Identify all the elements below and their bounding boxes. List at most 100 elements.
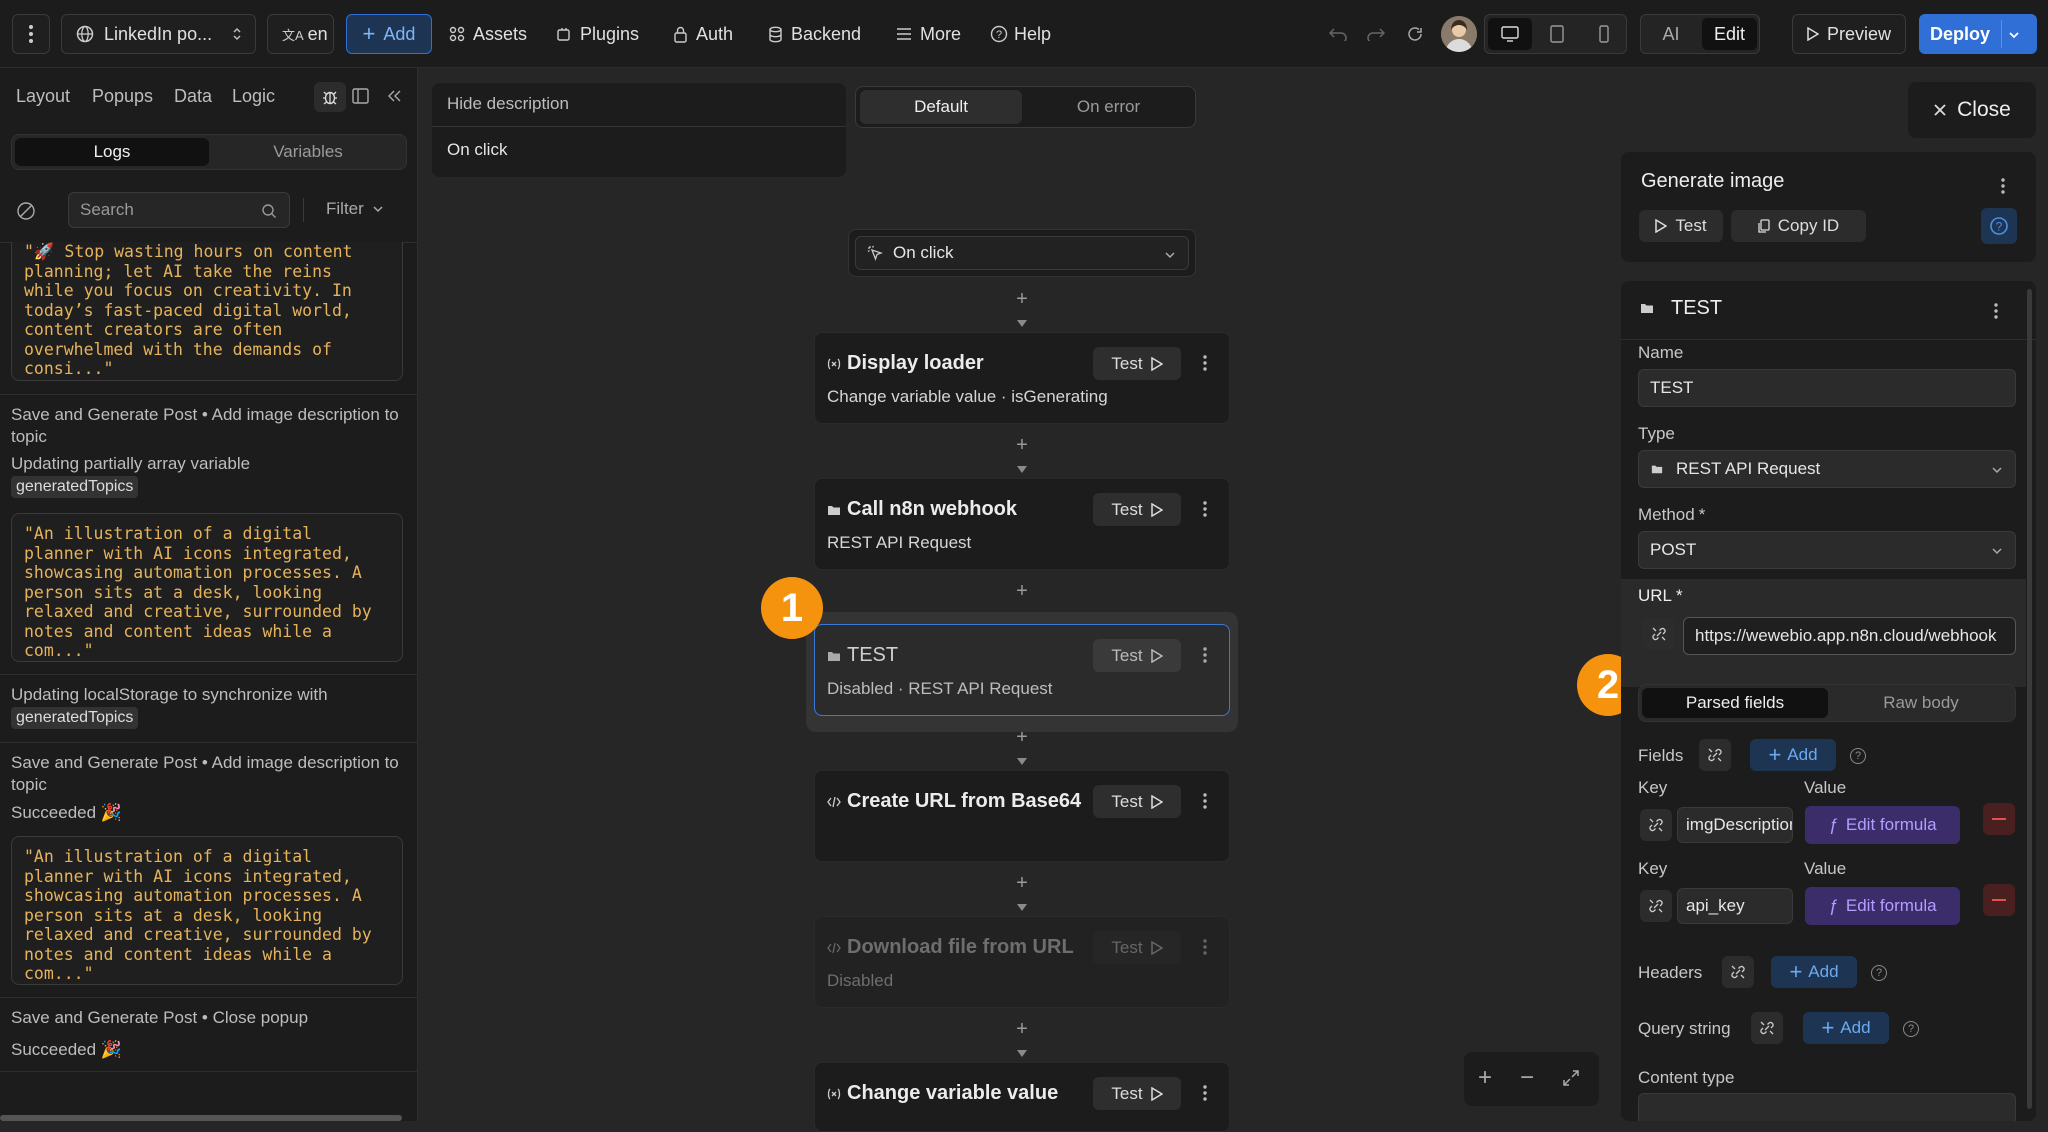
edit-formula-button[interactable]: ƒ Edit formula <box>1805 887 1960 925</box>
add-header-button[interactable]: + Add <box>1771 956 1857 988</box>
panel-scrollbar[interactable] <box>2027 289 2032 1109</box>
edit-formula-button[interactable]: ƒ Edit formula <box>1805 806 1960 844</box>
test-step-button[interactable]: Test <box>1093 347 1181 380</box>
field-key-input[interactable]: api_key <box>1677 888 1793 924</box>
tablet-view-button[interactable] <box>1535 18 1579 50</box>
kebab-vertical-icon[interactable] <box>1195 353 1215 373</box>
tab-data[interactable]: Data <box>174 86 212 107</box>
deploy-dropdown-button[interactable] <box>2007 26 2021 47</box>
add-button[interactable]: + Add <box>346 14 432 54</box>
desktop-view-button[interactable] <box>1488 18 1532 50</box>
backend-button[interactable]: Backend <box>768 14 861 54</box>
deploy-button[interactable]: Deploy <box>1919 24 2001 45</box>
fields-bind-button[interactable] <box>1699 739 1731 771</box>
kebab-vertical-icon[interactable] <box>1195 937 1215 957</box>
workflow-step-test[interactable]: TEST Disabled · REST API Request Test <box>814 624 1230 716</box>
add-step-button[interactable]: + <box>1015 1019 1029 1039</box>
add-step-button[interactable]: + <box>1015 581 1029 601</box>
content-type-select[interactable] <box>1638 1093 2016 1121</box>
redo-button[interactable] <box>1364 14 1388 54</box>
test-step-button[interactable]: Test <box>1093 931 1181 964</box>
trigger-select[interactable]: On click <box>855 236 1189 270</box>
workflow-step-change-variable[interactable]: Change variable value Test <box>814 1062 1230 1132</box>
query-bind-button[interactable] <box>1751 1012 1783 1044</box>
help-icon[interactable]: ? <box>1903 1021 1919 1037</box>
debug-button[interactable] <box>314 82 346 112</box>
workflow-step-display-loader[interactable]: Display loader Change variable value · i… <box>814 332 1230 424</box>
test-step-button[interactable]: Test <box>1093 639 1181 672</box>
headers-bind-button[interactable] <box>1722 956 1754 988</box>
kebab-vertical-icon[interactable] <box>1195 499 1215 519</box>
tab-on-error[interactable]: On error <box>1026 90 1191 124</box>
zoom-out-button[interactable]: − <box>1520 1066 1534 1090</box>
key-bind-button[interactable] <box>1640 890 1672 922</box>
documentation-button[interactable]: ? <box>1981 208 2017 244</box>
tab-layout[interactable]: Layout <box>16 86 70 107</box>
project-selector[interactable]: LinkedIn po... <box>61 14 256 54</box>
test-step-button[interactable]: Test <box>1093 493 1181 526</box>
remove-field-button[interactable] <box>1983 884 2015 916</box>
more-button[interactable]: More <box>896 14 961 54</box>
kebab-vertical-icon[interactable] <box>1993 176 2013 196</box>
plugins-button[interactable]: Plugins <box>556 14 639 54</box>
kebab-vertical-icon[interactable] <box>1195 1083 1215 1103</box>
assets-button[interactable]: Assets <box>449 14 527 54</box>
preview-button[interactable]: Preview <box>1792 14 1906 54</box>
language-button[interactable]: 文A en <box>267 14 334 54</box>
remove-field-button[interactable] <box>1983 803 2015 835</box>
refresh-button[interactable] <box>1403 14 1427 54</box>
tab-logs[interactable]: Logs <box>15 138 209 166</box>
field-key-input[interactable]: imgDescription <box>1677 807 1793 843</box>
undo-button[interactable] <box>1326 14 1350 54</box>
kebab-vertical-icon[interactable] <box>1986 301 2006 321</box>
kebab-vertical-icon[interactable] <box>1195 791 1215 811</box>
add-step-button[interactable]: + <box>1015 435 1029 455</box>
help-button[interactable]: ? Help <box>990 14 1051 54</box>
tab-variables[interactable]: Variables <box>212 138 404 166</box>
test-step-button[interactable]: Test <box>1093 1077 1181 1110</box>
tab-default[interactable]: Default <box>860 90 1022 124</box>
auth-button[interactable]: Auth <box>673 14 733 54</box>
test-workflow-button[interactable]: Test <box>1639 210 1723 242</box>
workflow-step-create-url[interactable]: Create URL from Base64 Test <box>814 770 1230 862</box>
type-select[interactable]: REST API Request <box>1638 450 2016 488</box>
kebab-vertical-icon[interactable] <box>1195 645 1215 665</box>
workflow-step-call-webhook[interactable]: Call n8n webhook REST API Request Test <box>814 478 1230 570</box>
help-icon[interactable]: ? <box>1850 748 1866 764</box>
tab-popups[interactable]: Popups <box>92 86 153 107</box>
panel-layout-button[interactable] <box>352 88 369 109</box>
ai-mode-button[interactable]: AI <box>1644 18 1698 50</box>
tab-raw-body[interactable]: Raw body <box>1829 688 2013 718</box>
workflow-step-download-file[interactable]: Download file from URL Disabled Test <box>814 916 1230 1008</box>
url-bind-button[interactable] <box>1643 618 1675 650</box>
menu-kebab-button[interactable] <box>12 14 50 54</box>
add-step-button[interactable]: + <box>1015 873 1029 893</box>
tab-logic[interactable]: Logic <box>232 86 275 107</box>
collapse-sidebar-button[interactable] <box>386 88 402 109</box>
help-icon[interactable]: ? <box>1871 965 1887 981</box>
hide-description-button[interactable]: Hide description <box>447 94 569 114</box>
name-input[interactable]: TEST <box>1638 369 2016 407</box>
log-search-input[interactable]: Search <box>68 192 290 228</box>
key-bind-button[interactable] <box>1640 809 1672 841</box>
copy-id-button[interactable]: Copy ID <box>1731 210 1866 242</box>
hamburger-icon <box>897 28 911 40</box>
url-input[interactable]: https://wewebio.app.n8n.cloud/webhook <box>1683 617 2016 655</box>
add-query-button[interactable]: + Add <box>1803 1012 1889 1044</box>
close-button[interactable]: Close <box>1908 82 2036 138</box>
method-select[interactable]: POST <box>1638 531 2016 569</box>
edit-mode-button[interactable]: Edit <box>1702 18 1757 50</box>
fit-view-button[interactable] <box>1562 1069 1580 1092</box>
horizontal-scrollbar[interactable] <box>0 1115 402 1121</box>
add-field-button[interactable]: + Add <box>1750 739 1836 771</box>
add-step-button[interactable]: + <box>1015 289 1029 309</box>
play-icon <box>1150 356 1163 371</box>
user-avatar[interactable] <box>1441 16 1477 52</box>
add-step-button[interactable]: + <box>1015 727 1029 747</box>
filter-button[interactable]: Filter <box>326 199 384 219</box>
mobile-view-button[interactable] <box>1582 18 1626 50</box>
tab-parsed-fields[interactable]: Parsed fields <box>1642 688 1828 718</box>
clear-logs-button[interactable] <box>16 201 36 226</box>
test-step-button[interactable]: Test <box>1093 785 1181 818</box>
zoom-in-button[interactable]: + <box>1478 1066 1492 1090</box>
